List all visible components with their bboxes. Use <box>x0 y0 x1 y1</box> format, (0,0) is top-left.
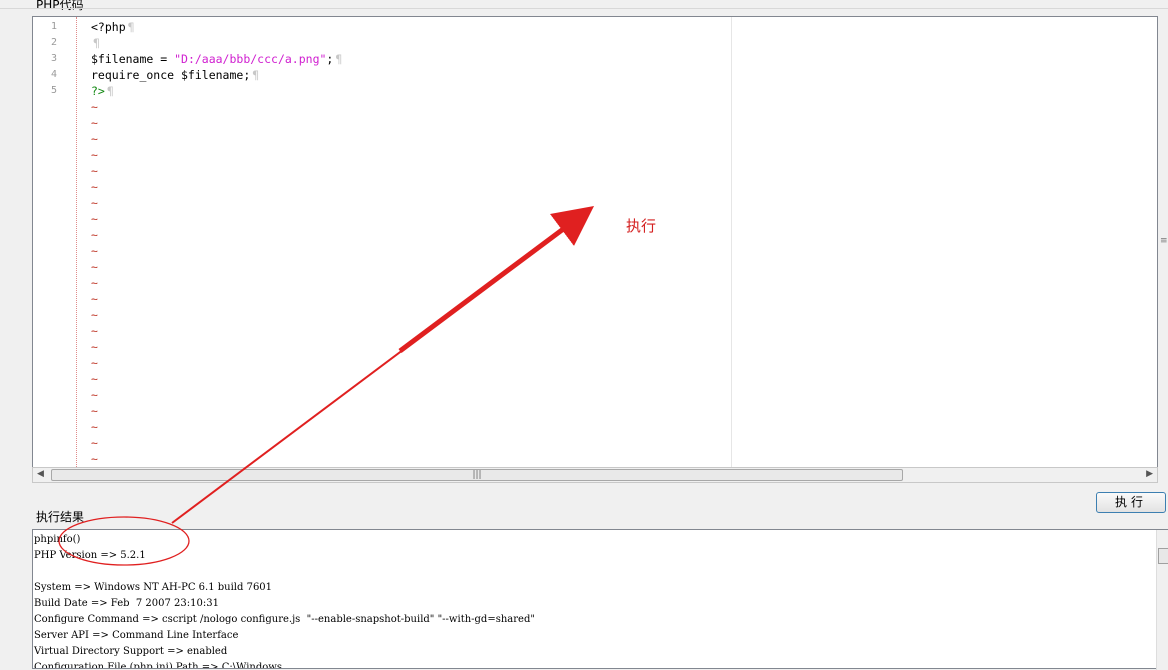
annotation-arrow-icon <box>398 206 595 354</box>
annotation-ellipse <box>58 516 190 566</box>
annotation-label: 执行 <box>626 217 657 235</box>
annotation-overlay <box>58 206 595 566</box>
